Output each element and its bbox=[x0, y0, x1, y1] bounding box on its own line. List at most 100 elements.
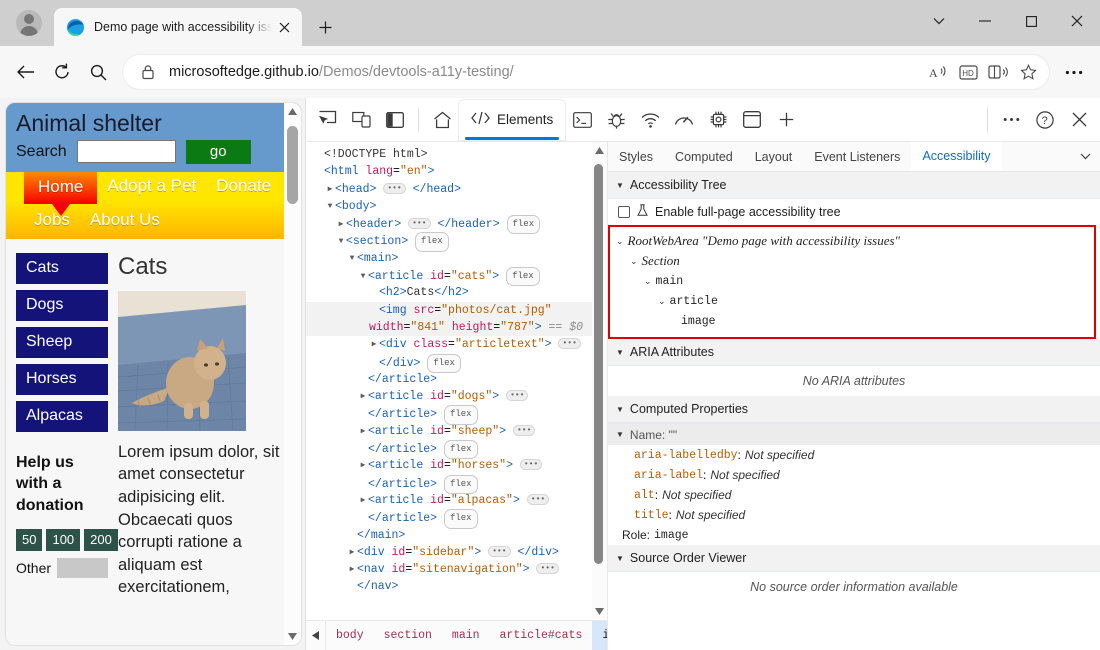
favorite-star-icon[interactable] bbox=[1013, 57, 1043, 87]
browser-tab[interactable]: Demo page with accessibility issu bbox=[54, 8, 302, 46]
a11y-twisty-icon[interactable] bbox=[672, 316, 677, 326]
performance-icon[interactable] bbox=[669, 105, 699, 135]
tab-close-icon[interactable] bbox=[272, 15, 296, 39]
tab-search-chevron-icon[interactable] bbox=[916, 0, 962, 42]
home-icon[interactable] bbox=[427, 105, 457, 135]
dom-twisty-icon[interactable]: ▶ bbox=[336, 216, 346, 233]
dom-tree-scrollbar[interactable] bbox=[592, 142, 607, 620]
dom-tree-row[interactable]: </article> flex bbox=[306, 509, 607, 529]
accessibility-tree-node[interactable]: ⌄ RootWebArea "Demo page with accessibili… bbox=[610, 231, 1094, 251]
breadcrumb-scroll-left-icon[interactable] bbox=[306, 621, 326, 650]
dom-tree-row[interactable]: <!DOCTYPE html> bbox=[306, 146, 607, 163]
console-icon[interactable] bbox=[567, 105, 597, 135]
dom-tree-row[interactable]: ▶ <div id="sidebar"> ••• </div> bbox=[306, 544, 607, 561]
scroll-up-icon[interactable] bbox=[591, 142, 607, 159]
new-tab-button[interactable] bbox=[310, 12, 340, 42]
site-nav-adopt[interactable]: Adopt a Pet bbox=[97, 172, 206, 201]
dom-tree-row[interactable]: ▶ <nav id="sitenavigation"> ••• bbox=[306, 561, 607, 578]
a11y-twisty-icon[interactable]: ⌄ bbox=[630, 256, 638, 267]
sources-bug-icon[interactable] bbox=[601, 105, 631, 135]
breadcrumb-item-body[interactable]: body bbox=[326, 621, 374, 650]
profile-button[interactable] bbox=[8, 2, 50, 44]
dom-tree-row[interactable]: ▶ <article id="sheep"> ••• bbox=[306, 423, 607, 440]
dom-tree-row[interactable]: <h2>Cats</h2> bbox=[306, 284, 607, 301]
section-accessibility-tree[interactable]: ▼ Accessibility Tree bbox=[608, 172, 1100, 199]
dom-tree-row[interactable]: ▶ <article id="horses"> ••• bbox=[306, 457, 607, 474]
dom-twisty-icon[interactable]: ▼ bbox=[336, 233, 346, 250]
breadcrumb-item-section[interactable]: section bbox=[374, 621, 442, 650]
dom-tree-row[interactable]: •••<img src="photos/cat.jpg" width="841"… bbox=[306, 301, 607, 337]
sidebar-tabs-overflow-chevron-icon[interactable] bbox=[1070, 142, 1100, 171]
application-icon[interactable] bbox=[737, 105, 767, 135]
breadcrumb-item-article[interactable]: article#cats bbox=[490, 621, 593, 650]
accessibility-tree-node[interactable]: ⌄ Section bbox=[610, 251, 1094, 271]
window-maximize-icon[interactable] bbox=[1008, 0, 1054, 42]
immersive-reader-icon[interactable] bbox=[983, 57, 1013, 87]
a11y-twisty-icon[interactable]: ⌄ bbox=[658, 296, 666, 307]
dom-tree-row[interactable]: </div> flex bbox=[306, 353, 607, 373]
computed-name-header[interactable]: ▼ Name: "" bbox=[608, 423, 1100, 445]
a11y-twisty-icon[interactable]: ⌄ bbox=[644, 276, 652, 287]
search-icon[interactable] bbox=[80, 54, 116, 90]
dom-tree-row[interactable]: </article> flex bbox=[306, 474, 607, 494]
memory-icon[interactable] bbox=[703, 105, 733, 135]
dom-tree-row[interactable]: ▶ <head> ••• </head> bbox=[306, 181, 607, 198]
dom-tree-row[interactable]: ▶ <article id="dogs"> ••• bbox=[306, 388, 607, 405]
donation-other-input[interactable] bbox=[57, 557, 108, 578]
help-icon[interactable]: ? bbox=[1030, 105, 1060, 135]
dom-twisty-icon[interactable]: ▶ bbox=[347, 561, 357, 578]
window-close-icon[interactable] bbox=[1054, 0, 1100, 42]
site-nav-home[interactable]: Home bbox=[24, 171, 98, 216]
dom-tree-row[interactable]: </article> flex bbox=[306, 440, 607, 460]
tab-computed[interactable]: Computed bbox=[664, 142, 744, 171]
dom-scrollbar-track[interactable] bbox=[591, 159, 607, 603]
dom-tree-row[interactable]: ▶ <header> ••• </header> flex bbox=[306, 215, 607, 235]
read-aloud-icon[interactable]: A bbox=[923, 57, 953, 87]
tab-styles[interactable]: Styles bbox=[608, 142, 664, 171]
dom-twisty-icon[interactable]: ▼ bbox=[347, 250, 357, 267]
dom-tree-row[interactable]: ▼ <article id="cats"> flex bbox=[306, 267, 607, 287]
window-minimize-icon[interactable] bbox=[962, 0, 1008, 42]
tab-layout[interactable]: Layout bbox=[744, 142, 804, 171]
page-scrollbar[interactable] bbox=[284, 103, 301, 645]
dom-twisty-icon[interactable]: ▶ bbox=[358, 457, 368, 474]
donation-amount-200[interactable]: 200 bbox=[84, 528, 118, 551]
dom-row-menu-icon[interactable]: ••• bbox=[306, 302, 307, 319]
dom-twisty-icon[interactable]: ▶ bbox=[358, 423, 368, 440]
dom-tree-row[interactable]: </article> flex bbox=[306, 405, 607, 425]
hd-icon[interactable]: HD bbox=[953, 57, 983, 87]
accessibility-tree-node[interactable]: ⌄ article bbox=[610, 291, 1094, 311]
tab-accessibility[interactable]: Accessibility bbox=[911, 142, 1002, 171]
dom-twisty-icon[interactable]: ▶ bbox=[369, 336, 379, 353]
category-dogs[interactable]: Dogs bbox=[16, 289, 108, 321]
back-icon[interactable] bbox=[8, 54, 44, 90]
scroll-down-icon[interactable] bbox=[591, 603, 607, 620]
dom-twisty-icon[interactable]: ▼ bbox=[358, 268, 368, 285]
dom-tree-row[interactable]: ▼ <section> flex bbox=[306, 232, 607, 252]
site-search-input[interactable] bbox=[76, 140, 176, 164]
donation-amount-100[interactable]: 100 bbox=[46, 528, 81, 551]
more-tools-plus-icon[interactable] bbox=[771, 105, 801, 135]
site-nav-about[interactable]: About Us bbox=[80, 206, 170, 235]
dom-tree-row[interactable]: ▼ <body> bbox=[306, 198, 607, 215]
dock-side-icon[interactable] bbox=[380, 105, 410, 135]
a11y-twisty-icon[interactable]: ⌄ bbox=[616, 236, 624, 247]
dom-tree-row[interactable]: <html lang="en"> bbox=[306, 163, 607, 180]
device-emulation-icon[interactable] bbox=[346, 105, 376, 135]
browser-more-options-icon[interactable] bbox=[1056, 54, 1092, 90]
enable-fullpage-tree-checkbox[interactable] bbox=[618, 206, 630, 218]
page-scrollbar-thumb[interactable] bbox=[287, 126, 298, 204]
section-aria-attributes[interactable]: ▼ ARIA Attributes bbox=[608, 339, 1100, 366]
dom-tree-row[interactable]: </nav> bbox=[306, 578, 607, 595]
dom-tree-row[interactable]: </main> bbox=[306, 527, 607, 544]
enable-fullpage-tree-row[interactable]: Enable full-page accessibility tree bbox=[608, 199, 1100, 225]
category-cats[interactable]: Cats bbox=[16, 252, 108, 284]
site-nav-donate[interactable]: Donate bbox=[206, 172, 281, 201]
dom-tree[interactable]: <!DOCTYPE html> <html lang="en"> ▶ <head> •… bbox=[306, 142, 607, 620]
dom-tree-row[interactable]: ▼ <main> bbox=[306, 250, 607, 267]
dom-twisty-icon[interactable]: ▼ bbox=[325, 198, 335, 215]
tab-elements[interactable]: Elements bbox=[459, 99, 566, 140]
dom-scrollbar-thumb[interactable] bbox=[594, 164, 603, 564]
dom-twisty-icon[interactable]: ▶ bbox=[358, 388, 368, 405]
address-bar[interactable]: microsoftedge.github.io/Demos/devtools-a… bbox=[122, 54, 1050, 90]
